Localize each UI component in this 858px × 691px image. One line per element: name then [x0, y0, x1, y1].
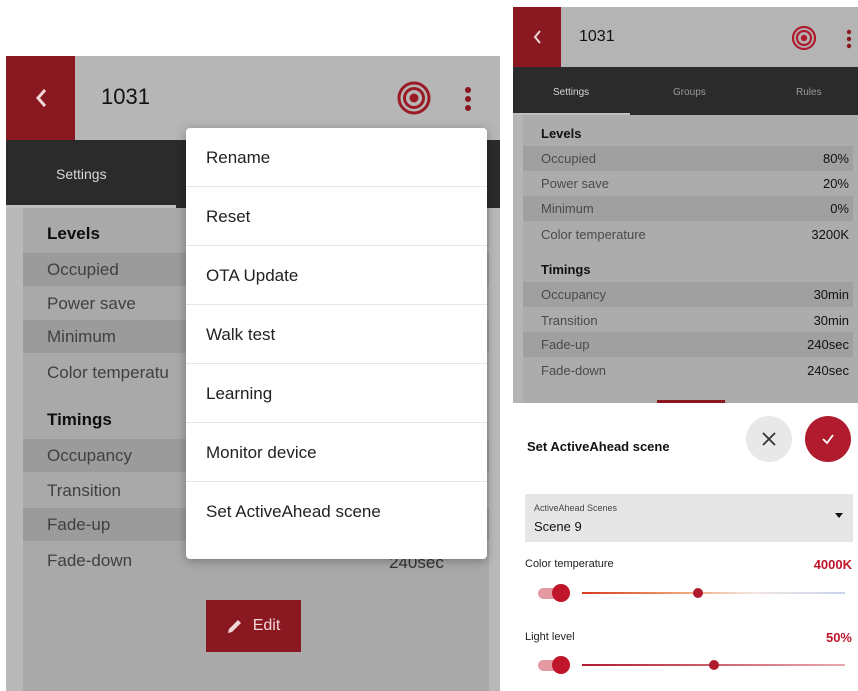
row-value: 240sec [807, 363, 849, 378]
tab-rules[interactable]: Rules [796, 87, 822, 98]
menu-item-walk-test[interactable]: Walk test [186, 305, 487, 364]
list-item: Fade-down 240sec [523, 358, 853, 383]
page-title: 1031 [101, 84, 150, 109]
toggle-knob [552, 656, 570, 674]
light-level-value: 50% [825, 630, 852, 645]
light-level-label: Light level [525, 631, 575, 643]
row-value: 0% [830, 201, 849, 216]
edit-button-label: Edit [252, 617, 281, 634]
sheet-title: Set ActiveAhead scene [527, 439, 670, 454]
light-level-toggle[interactable] [538, 656, 570, 674]
list-item: Minimum 0% [523, 196, 853, 221]
row-label: Power save [541, 176, 609, 191]
menu-item-ota-update[interactable]: OTA Update [186, 246, 487, 305]
row-value: 240sec [807, 337, 849, 352]
list-item: Power save 20% [523, 171, 853, 196]
right-screen: 1031 Settings Groups Rules Levels Occupi… [513, 7, 858, 691]
activeahead-sheet: Set ActiveAhead scene ActiveAhead Scenes… [513, 403, 858, 691]
color-temp-toggle[interactable] [538, 584, 570, 602]
tab-settings[interactable]: Settings [56, 166, 107, 182]
row-label: Fade-up [541, 337, 590, 352]
tab-settings[interactable]: Settings [553, 87, 589, 98]
back-button[interactable] [6, 56, 75, 140]
cancel-button[interactable] [746, 416, 792, 462]
color-temp-value: 4000K [813, 557, 852, 572]
list-item: Fade-up 240sec [523, 332, 853, 357]
sensor-target-icon[interactable] [396, 80, 432, 116]
timings-heading: Timings [541, 262, 591, 277]
page-title: 1031 [579, 28, 615, 45]
menu-item-learning[interactable]: Learning [186, 364, 487, 423]
row-value: 20% [822, 176, 849, 191]
slider-thumb[interactable] [692, 588, 703, 598]
caret-down-icon [835, 513, 843, 518]
menu-item-monitor-device[interactable]: Monitor device [186, 423, 487, 482]
edit-button[interactable]: Edit [206, 600, 301, 652]
menu-item-reset[interactable]: Reset [186, 187, 487, 246]
levels-heading: Levels [47, 224, 100, 243]
row-label: Occupied [541, 151, 596, 166]
row-value: 30min [813, 287, 849, 302]
row-label: Color temperature [541, 227, 646, 242]
list-item: Transition 30min [523, 308, 853, 333]
chevron-left-icon [533, 30, 541, 44]
list-item: Occupied 80% [523, 146, 853, 171]
scene-select[interactable]: ActiveAhead Scenes Scene 9 [525, 494, 853, 542]
back-button[interactable] [513, 7, 561, 67]
sensor-target-icon[interactable] [791, 25, 817, 51]
tab-groups[interactable]: Groups [673, 87, 706, 98]
row-value: 30min [813, 313, 849, 328]
row-value: 80% [822, 151, 849, 166]
menu-item-rename[interactable]: Rename [186, 128, 487, 187]
list-item: Color temperature 3200K [523, 222, 853, 247]
row-label: Fade-down [541, 363, 607, 378]
confirm-button[interactable] [805, 416, 851, 462]
color-temp-slider[interactable] [582, 586, 845, 600]
slider-thumb[interactable] [708, 660, 719, 670]
row-label: Minimum [541, 201, 594, 216]
more-vert-icon[interactable] [846, 29, 852, 49]
color-temp-label: Color temperature [525, 558, 614, 570]
close-icon [762, 432, 776, 446]
chevron-left-icon [35, 89, 46, 107]
menu-item-set-activeahead-scene[interactable]: Set ActiveAhead scene [186, 482, 487, 541]
row-value: 3200K [811, 227, 849, 242]
timings-heading: Timings [47, 410, 112, 429]
select-value: Scene 9 [534, 519, 582, 534]
list-item: Occupancy 30min [523, 282, 853, 307]
check-icon [822, 434, 834, 445]
toggle-knob [552, 584, 570, 602]
pencil-icon [227, 620, 241, 633]
select-label: ActiveAhead Scenes [534, 503, 618, 513]
overflow-menu: Rename Reset OTA Update Walk test Learni… [186, 128, 487, 559]
levels-heading: Levels [541, 126, 582, 141]
row-label: Occupancy [541, 287, 607, 302]
row-label: Transition [541, 313, 598, 328]
slider-track [582, 592, 845, 594]
more-vert-icon[interactable] [464, 86, 472, 112]
light-level-slider[interactable] [582, 658, 845, 672]
